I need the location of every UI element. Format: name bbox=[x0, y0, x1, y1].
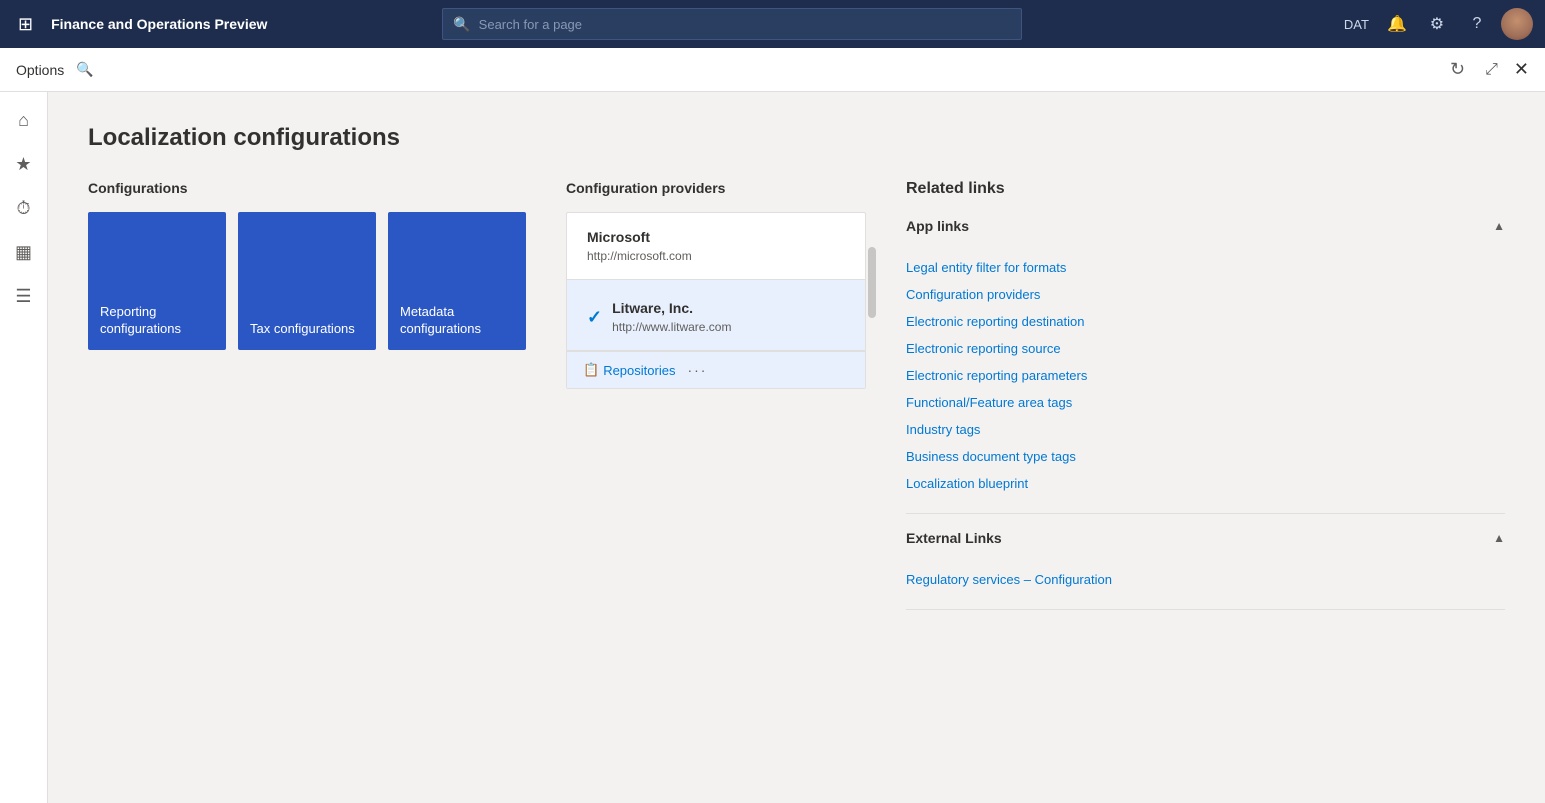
repositories-link[interactable]: 📋 Repositories bbox=[583, 362, 675, 378]
config-providers-section: Configuration providers Microsoft http:/… bbox=[566, 180, 866, 389]
provider-litware-selected-row: ✓ Litware, Inc. http://www.litware.com bbox=[587, 300, 845, 334]
related-links-title: Related links bbox=[906, 180, 1505, 198]
related-divider-2 bbox=[906, 609, 1505, 610]
sidebar-item-modules[interactable]: ☰ bbox=[4, 276, 44, 316]
provider-actions-row: 📋 Repositories ··· bbox=[567, 351, 865, 388]
provider-microsoft[interactable]: Microsoft http://microsoft.com bbox=[567, 213, 865, 280]
app-links-group-title: App links bbox=[906, 218, 969, 234]
notification-button[interactable]: 🔔 bbox=[1381, 8, 1413, 40]
link-electronic-reporting-parameters[interactable]: Electronic reporting parameters bbox=[906, 362, 1505, 389]
refresh-button[interactable]: ↻ bbox=[1446, 55, 1469, 84]
link-industry-tags[interactable]: Industry tags bbox=[906, 416, 1505, 443]
tile-tax-configurations[interactable]: Tax configurations bbox=[238, 212, 376, 350]
top-navigation-bar: ⊞ Finance and Operations Preview 🔍 DAT 🔔… bbox=[0, 0, 1545, 48]
user-avatar[interactable] bbox=[1501, 8, 1533, 40]
link-localization-blueprint[interactable]: Localization blueprint bbox=[906, 470, 1505, 497]
settings-button[interactable]: ⚙ bbox=[1421, 8, 1453, 40]
options-bar: Options 🔍 ↻ ⤢ ✕ bbox=[0, 48, 1545, 92]
app-links-chevron[interactable]: ▲ bbox=[1493, 219, 1505, 233]
link-functional-feature-tags[interactable]: Functional/Feature area tags bbox=[906, 389, 1505, 416]
options-search-icon[interactable]: 🔍 bbox=[76, 61, 93, 78]
sidebar-item-recent[interactable]: ⏱ bbox=[4, 188, 44, 228]
configurations-section-title: Configurations bbox=[88, 180, 526, 196]
options-bar-right: ↻ ⤢ ✕ bbox=[1446, 55, 1529, 84]
provider-selected-checkmark: ✓ bbox=[587, 307, 602, 328]
related-links-section: Related links App links ▲ Legal entity f… bbox=[906, 180, 1505, 626]
avatar-image bbox=[1501, 8, 1533, 40]
tile-reporting-configurations[interactable]: Reporting configurations bbox=[88, 212, 226, 350]
sidebar-item-home[interactable]: ⌂ bbox=[4, 100, 44, 140]
search-icon: 🔍 bbox=[453, 16, 470, 33]
dat-label: DAT bbox=[1344, 17, 1369, 32]
external-links-group: External Links ▲ Regulatory services – C… bbox=[906, 530, 1505, 593]
sidebar-item-favorites[interactable]: ★ bbox=[4, 144, 44, 184]
provider-litware-url: http://www.litware.com bbox=[612, 320, 731, 334]
config-providers-section-title: Configuration providers bbox=[566, 180, 866, 196]
search-bar-container: 🔍 bbox=[442, 8, 1022, 40]
config-tiles-container: Reporting configurations Tax configurati… bbox=[88, 212, 526, 350]
link-electronic-reporting-source[interactable]: Electronic reporting source bbox=[906, 335, 1505, 362]
app-links-header: App links ▲ bbox=[906, 218, 1505, 244]
options-label: Options bbox=[16, 62, 64, 78]
external-links-chevron[interactable]: ▲ bbox=[1493, 531, 1505, 545]
app-title: Finance and Operations Preview bbox=[51, 16, 267, 32]
provider-litware-name: Litware, Inc. bbox=[612, 300, 731, 316]
scroll-thumb bbox=[868, 247, 876, 318]
providers-scroll-wrapper: Microsoft http://microsoft.com ✓ Litware… bbox=[566, 212, 866, 389]
external-links-header: External Links ▲ bbox=[906, 530, 1505, 556]
provider-litware[interactable]: ✓ Litware, Inc. http://www.litware.com bbox=[567, 280, 865, 351]
link-regulatory-services[interactable]: Regulatory services – Configuration bbox=[906, 566, 1505, 593]
provider-microsoft-name: Microsoft bbox=[587, 229, 845, 245]
open-new-button[interactable]: ⤢ bbox=[1481, 57, 1502, 83]
external-links-group-title: External Links bbox=[906, 530, 1002, 546]
main-content-area: Localization configurations Configuratio… bbox=[48, 92, 1545, 803]
close-button[interactable]: ✕ bbox=[1514, 59, 1529, 80]
link-electronic-reporting-destination[interactable]: Electronic reporting destination bbox=[906, 308, 1505, 335]
help-button[interactable]: ? bbox=[1461, 8, 1493, 40]
provider-more-options[interactable]: ··· bbox=[687, 362, 707, 378]
sidebar: ⌂ ★ ⏱ ▦ ☰ bbox=[0, 92, 48, 803]
link-configuration-providers[interactable]: Configuration providers bbox=[906, 281, 1505, 308]
link-legal-entity-filter[interactable]: Legal entity filter for formats bbox=[906, 254, 1505, 281]
providers-list: Microsoft http://microsoft.com ✓ Litware… bbox=[566, 212, 866, 389]
search-input[interactable] bbox=[479, 17, 1012, 32]
configurations-section: Configurations Reporting configurations … bbox=[88, 180, 526, 350]
provider-microsoft-url: http://microsoft.com bbox=[587, 249, 845, 263]
sidebar-item-workspaces[interactable]: ▦ bbox=[4, 232, 44, 272]
repositories-icon: 📋 bbox=[583, 362, 599, 378]
related-divider-1 bbox=[906, 513, 1505, 514]
link-business-document-type-tags[interactable]: Business document type tags bbox=[906, 443, 1505, 470]
page-title: Localization configurations bbox=[88, 124, 1505, 152]
app-links-group: App links ▲ Legal entity filter for form… bbox=[906, 218, 1505, 497]
top-bar-right-icons: DAT 🔔 ⚙ ? bbox=[1344, 8, 1533, 40]
tile-metadata-configurations[interactable]: Metadata configurations bbox=[388, 212, 526, 350]
grid-icon[interactable]: ⊞ bbox=[12, 8, 39, 41]
sections-row: Configurations Reporting configurations … bbox=[88, 180, 1505, 626]
main-layout: ⌂ ★ ⏱ ▦ ☰ Localization configurations Co… bbox=[0, 92, 1545, 803]
scroll-bar[interactable] bbox=[868, 212, 876, 389]
